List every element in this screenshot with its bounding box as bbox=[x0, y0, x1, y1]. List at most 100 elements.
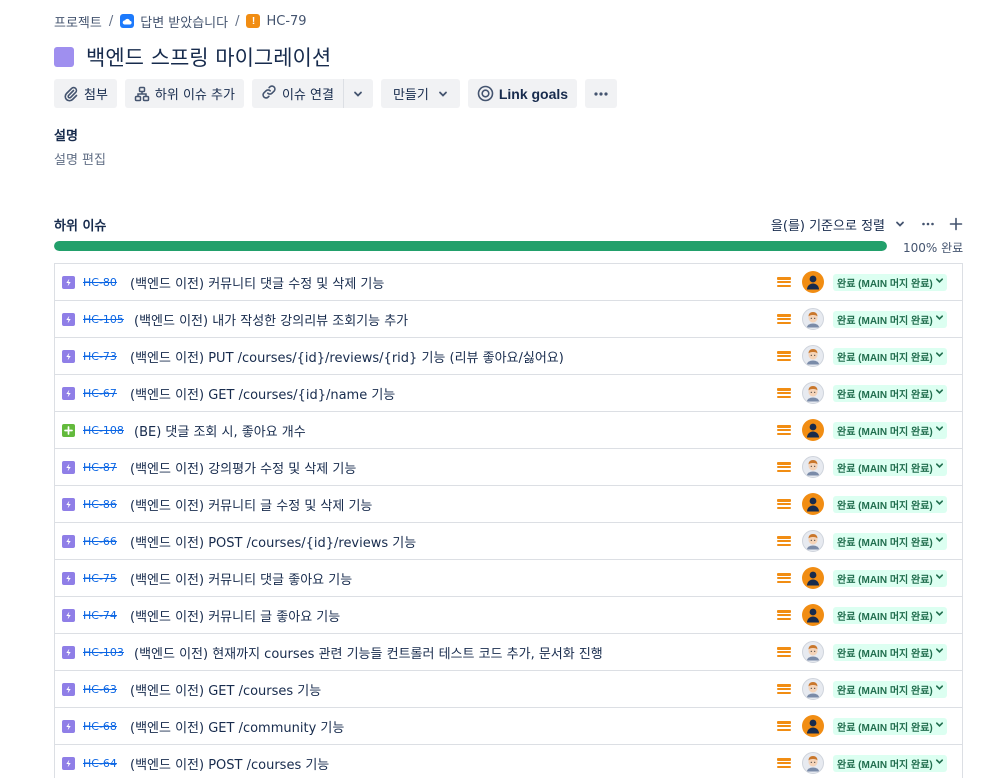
issue-key[interactable]: HC-66 bbox=[83, 535, 125, 548]
priority-medium-icon bbox=[777, 462, 791, 472]
user-avatar-icon[interactable] bbox=[802, 567, 824, 589]
link-goals-button[interactable]: Link goals bbox=[467, 79, 578, 108]
issue-key[interactable]: HC-75 bbox=[83, 572, 125, 585]
issue-row[interactable]: HC-73 (백엔드 이전) PUT /courses/{id}/reviews/… bbox=[55, 338, 962, 375]
issue-row[interactable]: HC-75 (백엔드 이전) 커뮤니티 댓글 좋아요 기능 완료 (MAIN 머지 … bbox=[55, 560, 962, 597]
issue-summary[interactable]: (백엔드 이전) POST /courses 기능 bbox=[130, 754, 329, 773]
status-label: 완료 (MAIN 머지 완료) bbox=[837, 537, 933, 549]
status-dropdown[interactable]: 완료 (MAIN 머지 완료) bbox=[833, 310, 947, 328]
issue-summary[interactable]: (BE) 댓글 조회 시, 좋아요 개수 bbox=[134, 421, 306, 440]
breadcrumb-issue[interactable]: ! HC-79 bbox=[246, 14, 307, 29]
breadcrumb-project[interactable]: 프로젝트 bbox=[54, 12, 102, 31]
issue-key[interactable]: HC-68 bbox=[83, 720, 125, 733]
status-dropdown[interactable]: 완료 (MAIN 머지 완료) bbox=[833, 458, 947, 476]
create-label: 만들기 bbox=[392, 88, 429, 103]
issue-row[interactable]: HC-87 (백엔드 이전) 강의평가 수정 및 삭제 기능 완료 (MAIN 머지… bbox=[55, 449, 962, 486]
sort-by-button[interactable]: 을(를) 기준으로 정렬 bbox=[771, 215, 885, 234]
issue-row[interactable]: HC-74 (백엔드 이전) 커뮤니티 글 좋아요 기능 완료 (MAIN 머지 완… bbox=[55, 597, 962, 634]
link-issue-button[interactable]: 이슈 연결 bbox=[252, 79, 344, 108]
plus-icon[interactable] bbox=[949, 217, 963, 231]
issue-key[interactable]: HC-64 bbox=[83, 757, 125, 770]
progress-bar-fill bbox=[54, 241, 887, 251]
issue-row[interactable]: HC-64 (백엔드 이전) POST /courses 기능 완료 (MAIN 머… bbox=[55, 745, 962, 778]
issue-row[interactable]: HC-63 (백엔드 이전) GET /courses 기능 완료 (MAIN 머지… bbox=[55, 671, 962, 708]
cloud-project-icon bbox=[120, 14, 135, 28]
issue-summary[interactable]: (백엔드 이전) PUT /courses/{id}/reviews/{rid}… bbox=[130, 347, 564, 366]
user-photo-avatar-icon[interactable] bbox=[802, 456, 824, 478]
status-dropdown[interactable]: 완료 (MAIN 머지 완료) bbox=[833, 347, 947, 365]
status-dropdown[interactable]: 완료 (MAIN 머지 완료) bbox=[833, 532, 947, 550]
status-dropdown[interactable]: 완료 (MAIN 머지 완료) bbox=[833, 421, 947, 439]
status-dropdown[interactable]: 완료 (MAIN 머지 완료) bbox=[833, 569, 947, 587]
status-dropdown[interactable]: 완료 (MAIN 머지 완료) bbox=[833, 384, 947, 402]
user-avatar-icon[interactable] bbox=[802, 715, 824, 737]
user-photo-avatar-icon[interactable] bbox=[802, 678, 824, 700]
status-dropdown[interactable]: 완료 (MAIN 머지 완료) bbox=[833, 754, 947, 772]
user-photo-avatar-icon[interactable] bbox=[802, 308, 824, 330]
issue-summary[interactable]: (백엔드 이전) GET /courses/{id}/name 기능 bbox=[130, 384, 395, 403]
issue-row-meta: 완료 (MAIN 머지 완료) bbox=[777, 338, 947, 374]
status-dropdown[interactable]: 완료 (MAIN 머지 완료) bbox=[833, 643, 947, 661]
issue-row[interactable]: HC-105 (백엔드 이전) 내가 작성한 강의리뷰 조회기능 추가 완료 (MA… bbox=[55, 301, 962, 338]
issue-summary[interactable]: (백엔드 이전) POST /courses/{id}/reviews 기능 bbox=[130, 532, 416, 551]
issue-summary[interactable]: (백엔드 이전) GET /community 기능 bbox=[130, 717, 344, 736]
issue-key[interactable]: HC-63 bbox=[83, 683, 125, 696]
add-child-issue-button[interactable]: 하위 이슈 추가 bbox=[124, 79, 244, 108]
user-avatar-icon[interactable] bbox=[802, 604, 824, 626]
page-title[interactable]: 백엔드 스프링 마이그레이션 bbox=[86, 42, 331, 72]
status-label: 완료 (MAIN 머지 완료) bbox=[837, 611, 933, 623]
issue-key[interactable]: HC-108 bbox=[83, 424, 129, 437]
user-avatar-icon[interactable] bbox=[802, 493, 824, 515]
user-photo-avatar-icon[interactable] bbox=[802, 752, 824, 774]
issue-row[interactable]: HC-80 (백엔드 이전) 커뮤니티 댓글 수정 및 삭제 기능 완료 (MAIN… bbox=[55, 264, 962, 301]
issue-row[interactable]: HC-68 (백엔드 이전) GET /community 기능 완료 (MAIN … bbox=[55, 708, 962, 745]
issue-summary[interactable]: (백엔드 이전) 커뮤니티 댓글 좋아요 기능 bbox=[130, 569, 352, 588]
status-label: 완료 (MAIN 머지 완료) bbox=[837, 315, 933, 327]
issue-summary[interactable]: (백엔드 이전) 커뮤니티 댓글 수정 및 삭제 기능 bbox=[130, 273, 384, 292]
user-photo-avatar-icon[interactable] bbox=[802, 641, 824, 663]
subtask-type-icon bbox=[62, 571, 75, 585]
issue-summary[interactable]: (백엔드 이전) 현재까지 courses 관련 기능들 컨트롤러 테스트 코드… bbox=[134, 643, 603, 662]
issue-summary[interactable]: (백엔드 이전) GET /courses 기능 bbox=[130, 680, 321, 699]
issue-key[interactable]: HC-74 bbox=[83, 609, 125, 622]
user-photo-avatar-icon[interactable] bbox=[802, 530, 824, 552]
chevron-down-icon[interactable] bbox=[895, 219, 905, 229]
user-photo-avatar-icon[interactable] bbox=[802, 382, 824, 404]
status-label: 완료 (MAIN 머지 완료) bbox=[837, 685, 933, 697]
issue-row[interactable]: HC-66 (백엔드 이전) POST /courses/{id}/reviews… bbox=[55, 523, 962, 560]
status-dropdown[interactable]: 완료 (MAIN 머지 완료) bbox=[833, 680, 947, 698]
issue-row-meta: 완료 (MAIN 머지 완료) bbox=[777, 486, 947, 522]
issue-key[interactable]: HC-67 bbox=[83, 387, 125, 400]
status-label: 완료 (MAIN 머지 완료) bbox=[837, 574, 933, 586]
status-dropdown[interactable]: 완료 (MAIN 머지 완료) bbox=[833, 606, 947, 624]
issue-key[interactable]: HC-86 bbox=[83, 498, 125, 511]
attach-button[interactable]: 첨부 bbox=[54, 79, 117, 108]
issue-key[interactable]: HC-105 bbox=[83, 313, 129, 326]
issue-row[interactable]: HC-108 (BE) 댓글 조회 시, 좋아요 개수 완료 (MAIN 머지 완료… bbox=[55, 412, 962, 449]
issue-summary[interactable]: (백엔드 이전) 강의평가 수정 및 삭제 기능 bbox=[130, 458, 356, 477]
user-photo-avatar-icon[interactable] bbox=[802, 345, 824, 367]
more-actions-button[interactable] bbox=[585, 79, 618, 108]
issue-key[interactable]: HC-80 bbox=[83, 276, 125, 289]
status-dropdown[interactable]: 완료 (MAIN 머지 완료) bbox=[833, 717, 947, 735]
create-button[interactable]: 만들기 bbox=[380, 79, 460, 108]
issue-key[interactable]: HC-87 bbox=[83, 461, 125, 474]
user-avatar-icon[interactable] bbox=[802, 419, 824, 441]
breadcrumb-parent[interactable]: 답변 받았습니다 bbox=[120, 12, 228, 31]
issue-summary[interactable]: (백엔드 이전) 내가 작성한 강의리뷰 조회기능 추가 bbox=[134, 310, 408, 329]
more-icon[interactable] bbox=[921, 217, 935, 231]
issue-key[interactable]: HC-103 bbox=[83, 646, 129, 659]
status-dropdown[interactable]: 완료 (MAIN 머지 완료) bbox=[833, 495, 947, 513]
issue-summary[interactable]: (백엔드 이전) 커뮤니티 글 좋아요 기능 bbox=[130, 606, 340, 625]
status-dropdown[interactable]: 완료 (MAIN 머지 완료) bbox=[833, 273, 947, 291]
issue-row[interactable]: HC-67 (백엔드 이전) GET /courses/{id}/name 기능 완… bbox=[55, 375, 962, 412]
link-issue-dropdown[interactable] bbox=[344, 79, 373, 108]
issue-row[interactable]: HC-103 (백엔드 이전) 현재까지 courses 관련 기능들 컨트롤러 … bbox=[55, 634, 962, 671]
issue-key[interactable]: HC-73 bbox=[83, 350, 125, 363]
issue-summary[interactable]: (백엔드 이전) 커뮤니티 글 수정 및 삭제 기능 bbox=[130, 495, 372, 514]
priority-medium-icon bbox=[777, 721, 791, 731]
user-avatar-icon[interactable] bbox=[802, 271, 824, 293]
issue-row[interactable]: HC-86 (백엔드 이전) 커뮤니티 글 수정 및 삭제 기능 완료 (MAIN … bbox=[55, 486, 962, 523]
priority-medium-icon bbox=[777, 647, 791, 657]
description-edit[interactable]: 설명 편집 bbox=[54, 149, 106, 168]
